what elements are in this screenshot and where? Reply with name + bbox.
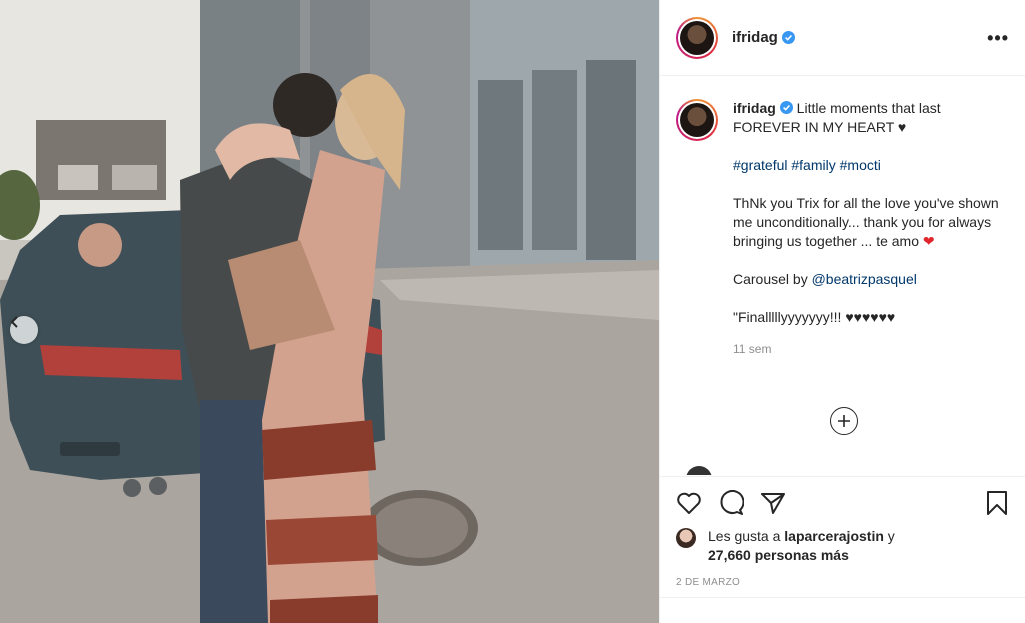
avatar[interactable] [676, 16, 718, 59]
heart-outline-icon [677, 492, 701, 514]
mention-link[interactable]: @beatrizpasquel [812, 271, 917, 287]
carousel-credit-prefix: Carousel by [733, 271, 812, 287]
comment-bubble-icon [720, 490, 744, 515]
caption-text: ifridag Little moments that last FOREVER… [733, 99, 1003, 359]
verified-badge-icon [781, 31, 795, 44]
avatar-image [680, 20, 714, 55]
hashtag-family[interactable]: #family [791, 157, 835, 173]
chevron-left-icon [10, 316, 18, 328]
likes-count[interactable]: 27,660 personas más [708, 547, 849, 563]
post-date[interactable]: 2 DE MARZO [676, 577, 1010, 588]
likes-connector: y [883, 528, 895, 544]
post-time-ago[interactable]: 11 sem [733, 340, 1003, 359]
like-button[interactable] [676, 490, 702, 516]
caption-line2: ThNk you Trix for all the love you've sh… [733, 195, 999, 249]
post-actions: Les gusta a laparcerajostin y 27,660 per… [660, 476, 1025, 588]
comment-button[interactable] [718, 490, 744, 516]
likes-prefix: Les gusta a [708, 528, 785, 544]
verified-badge-icon [779, 101, 793, 114]
caption-area: ifridag Little moments that last FOREVER… [660, 77, 1025, 475]
comment-avatar [686, 466, 712, 475]
header-username[interactable]: ifridag [732, 29, 778, 46]
load-more-comments-button[interactable] [830, 407, 858, 435]
bookmark-icon [987, 491, 1007, 515]
post-header: ifridag ••• [660, 0, 1025, 76]
liker-username[interactable]: laparcerajostin [784, 528, 884, 544]
red-heart-emoji: ❤ [922, 233, 935, 249]
paper-plane-icon [761, 493, 785, 514]
hashtag-grateful[interactable]: #grateful [733, 157, 787, 173]
hashtag-mocti[interactable]: #mocti [840, 157, 881, 173]
share-button[interactable] [760, 490, 786, 516]
caption-avatar[interactable] [676, 99, 718, 141]
add-comment-bar[interactable] [660, 597, 1025, 623]
post-side-panel: ifridag ••• ifridag Little moments that … [659, 0, 1025, 623]
caption-username[interactable]: ifridag [733, 100, 776, 116]
likes-summary: Les gusta a laparcerajostin y 27,660 per… [676, 527, 1010, 565]
more-options-button[interactable]: ••• [987, 29, 1009, 47]
plus-circle-icon [838, 415, 850, 427]
photo-illustration [0, 0, 659, 623]
save-button[interactable] [984, 490, 1010, 516]
post-photo[interactable] [0, 0, 659, 623]
caption-line4: "Finalllllyyyyyyy!!! ♥♥♥♥♥♥ [733, 309, 896, 325]
liker-avatar[interactable] [676, 528, 696, 548]
carousel-prev-button[interactable] [10, 316, 38, 344]
